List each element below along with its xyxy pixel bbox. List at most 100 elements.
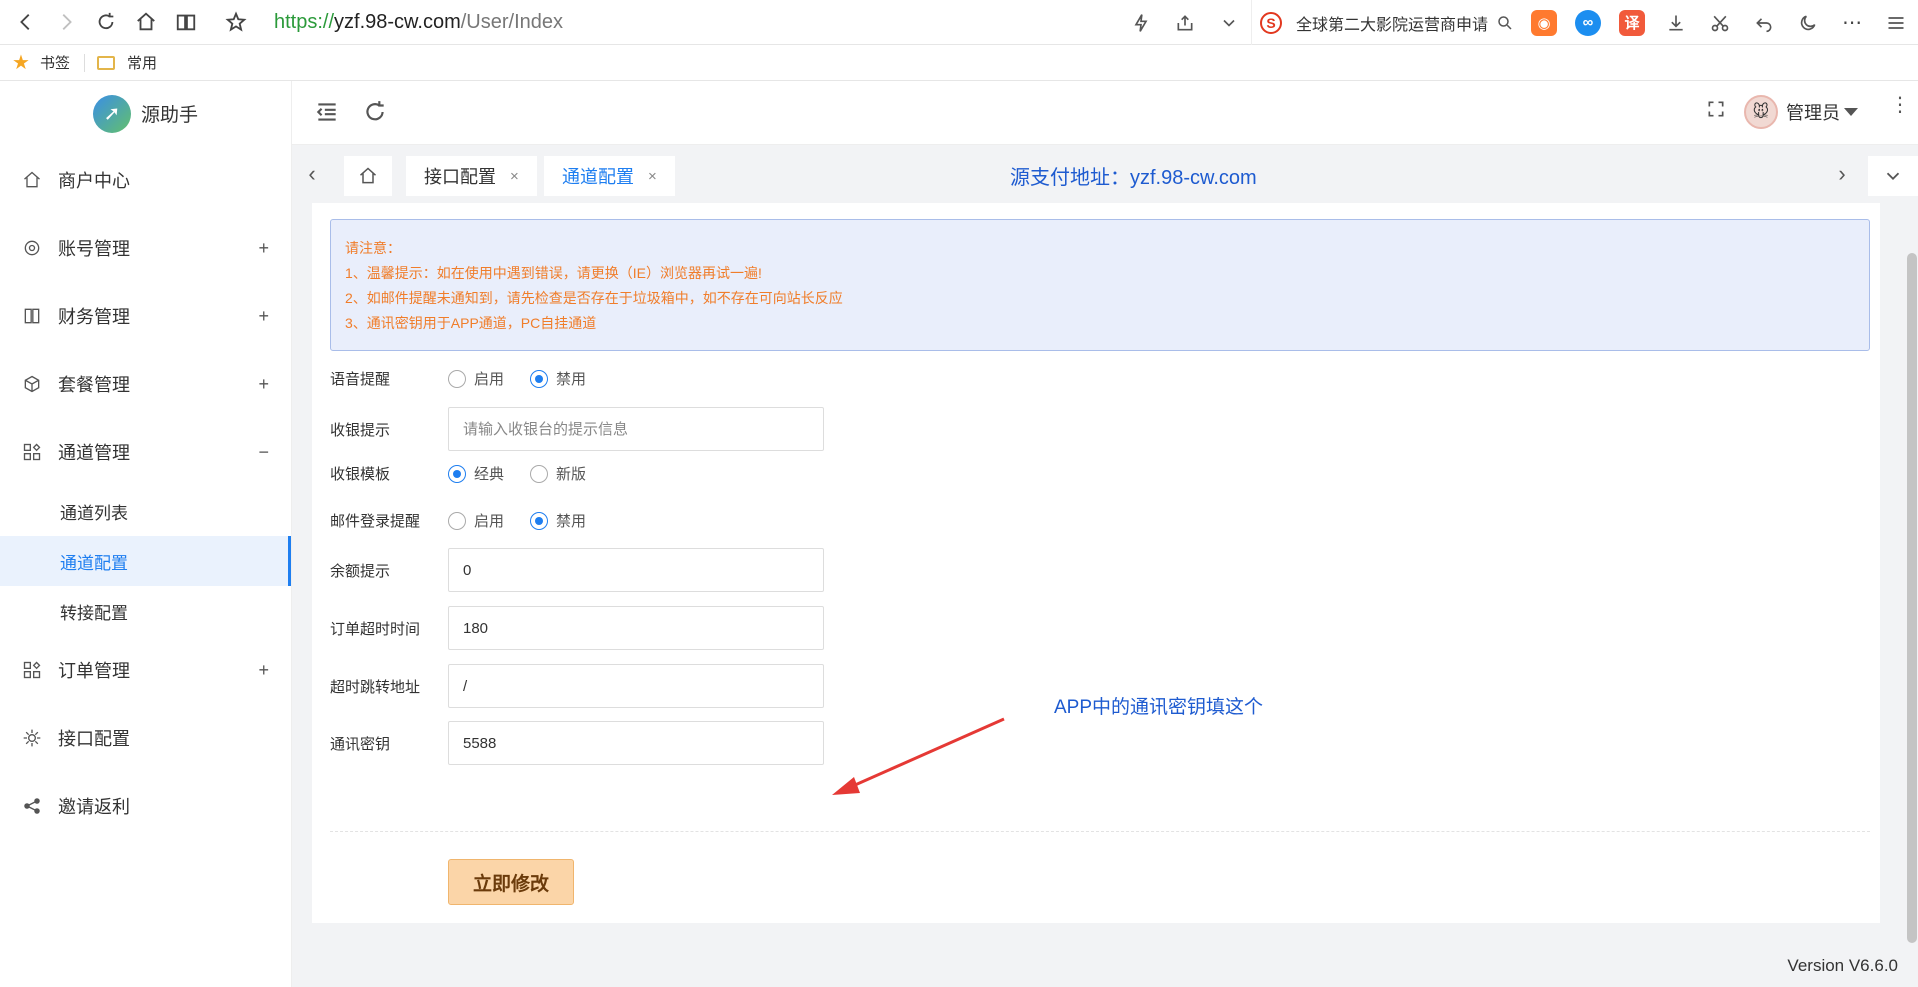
chevron-down-icon xyxy=(1223,19,1235,27)
notice-line: 2、如邮件提醒未通知到，请先检查是否存在于垃圾箱中，如不存在可向站长反应 xyxy=(345,290,843,306)
undo-button[interactable] xyxy=(1742,0,1786,45)
notice-line: 1、温馨提示：如在使用中遇到错误，请更换（IE）浏览器再试一遍! xyxy=(345,265,762,281)
tab-channel-config[interactable]: 通道配置 × xyxy=(544,156,675,196)
cashier-tip-row: 收银提示 xyxy=(330,407,824,451)
night-mode-button[interactable] xyxy=(1786,0,1830,45)
more-vertical-button[interactable]: ⋮ xyxy=(1890,95,1910,115)
annotation-text: APP中的通讯密钥填这个 xyxy=(1054,697,1264,718)
tabs-scroll-left[interactable]: ‹ xyxy=(292,145,332,203)
home-icon xyxy=(137,12,155,31)
timeout-redirect-label: 超时跳转地址 xyxy=(330,678,421,696)
home-icon xyxy=(22,170,42,190)
sidebar-item-channel[interactable]: 通道管理 − xyxy=(0,418,291,486)
sidebar-subitem-channel-list[interactable]: 通道列表 xyxy=(0,486,291,536)
address-bar[interactable]: https://yzf.98-cw.com/User/Index xyxy=(274,11,1074,34)
voice-alert-row: 语音提醒 启用 禁用 xyxy=(330,368,612,389)
mail-login-alert-row: 邮件登录提醒 启用 禁用 xyxy=(330,510,612,531)
indent-icon xyxy=(316,103,336,121)
sidebar-item-package[interactable]: 套餐管理 + xyxy=(0,350,291,418)
mail-alert-disable-radio[interactable]: 禁用 xyxy=(530,510,586,531)
template-classic-radio[interactable]: 经典 xyxy=(448,463,504,484)
translate-button[interactable]: 译 xyxy=(1610,0,1654,45)
sidebar-subitem-channel-config[interactable]: 通道配置 xyxy=(0,536,291,586)
reader-button[interactable] xyxy=(166,0,206,45)
download-button[interactable] xyxy=(1654,0,1698,45)
sidebar-item-orders[interactable]: 订单管理 + xyxy=(0,636,291,704)
sidebar-subitem-transfer-config[interactable]: 转接配置 xyxy=(0,586,291,636)
refresh-icon xyxy=(366,101,384,121)
form-divider xyxy=(330,831,1870,832)
search-icon[interactable] xyxy=(1496,14,1514,32)
sidebar-item-merchant-center[interactable]: 商户中心 xyxy=(0,146,291,214)
grid-icon xyxy=(22,442,42,462)
close-icon[interactable]: × xyxy=(510,168,519,185)
scrollbar[interactable] xyxy=(1906,203,1918,987)
bookmark-item-bookmarks[interactable]: ★ 书签 xyxy=(12,50,70,75)
cashier-tip-input[interactable] xyxy=(448,407,824,451)
bookmark-label: 常用 xyxy=(126,55,157,72)
template-new-radio[interactable]: 新版 xyxy=(530,463,586,484)
sidebar-item-account[interactable]: 账号管理 + xyxy=(0,214,291,282)
reload-button[interactable] xyxy=(86,0,126,45)
expand-icon: + xyxy=(258,305,269,326)
share-page-button[interactable] xyxy=(1163,0,1207,45)
fullscreen-button[interactable] xyxy=(1706,99,1734,127)
sidebar-item-label: 商户中心 xyxy=(58,171,130,191)
sogou-icon: S xyxy=(1259,11,1282,34)
download-icon xyxy=(1669,15,1683,30)
bookmark-item-common[interactable]: 常用 xyxy=(96,52,157,73)
book-icon xyxy=(176,14,196,31)
undo-icon xyxy=(1756,17,1772,32)
voice-alert-disable-radio[interactable]: 禁用 xyxy=(530,368,586,389)
submit-button[interactable]: 立即修改 xyxy=(448,859,574,905)
sidebar-toggle-button[interactable] xyxy=(314,99,342,127)
logo[interactable]: ➚ 源助手 xyxy=(0,81,291,146)
refresh-button[interactable] xyxy=(362,99,390,127)
user-menu[interactable]: 🐭 管理员 xyxy=(1744,95,1858,129)
comm-key-input[interactable] xyxy=(448,721,824,765)
screenshot-button[interactable] xyxy=(1698,0,1742,45)
game-button[interactable]: ◉ xyxy=(1522,0,1566,45)
voice-alert-enable-radio[interactable]: 启用 xyxy=(448,368,504,389)
infinity-button[interactable]: ∞ xyxy=(1566,0,1610,45)
url-dropdown-button[interactable] xyxy=(1207,0,1251,45)
top-header: 🐭 管理员 ⋮ xyxy=(292,81,1918,145)
cog-icon xyxy=(22,728,42,748)
menu-button[interactable] xyxy=(1874,0,1918,45)
order-timeout-row: 订单超时时间 xyxy=(330,606,824,650)
book-icon xyxy=(22,306,42,326)
folder-icon xyxy=(96,55,115,70)
tabs-scroll-right[interactable]: › xyxy=(1822,145,1862,203)
favorite-button[interactable] xyxy=(216,0,256,45)
close-icon[interactable]: × xyxy=(648,168,657,185)
balance-tip-label: 余额提示 xyxy=(330,562,391,580)
comm-key-label: 通讯密钥 xyxy=(330,735,391,753)
search-box[interactable]: S 全球第二大影院运营商申请 xyxy=(1250,0,1522,45)
order-timeout-input[interactable] xyxy=(448,606,824,650)
config-card: 请注意： 1、温馨提示：如在使用中遇到错误，请更换（IE）浏览器再试一遍! 2、… xyxy=(312,203,1880,923)
mail-alert-enable-radio[interactable]: 启用 xyxy=(448,510,504,531)
lightning-button[interactable] xyxy=(1119,0,1163,45)
tab-home[interactable] xyxy=(344,156,392,196)
scrollbar-thumb[interactable] xyxy=(1907,253,1917,943)
pay-address: 源支付地址：yzf.98-cw.com xyxy=(1010,167,1257,189)
tab-api-config[interactable]: 接口配置 × xyxy=(406,156,537,196)
moon-icon xyxy=(1800,15,1816,30)
back-button[interactable] xyxy=(6,0,46,45)
star-icon: ★ xyxy=(12,52,30,74)
timeout-redirect-input[interactable] xyxy=(448,664,824,708)
star-outline-icon xyxy=(225,11,247,32)
rocket-logo-icon: ➚ xyxy=(92,94,131,133)
sidebar-item-invite[interactable]: 邀请返利 xyxy=(0,772,291,840)
timeout-redirect-row: 超时跳转地址 xyxy=(330,664,824,708)
tabs-dropdown-button[interactable] xyxy=(1868,156,1918,196)
home-button[interactable] xyxy=(126,0,166,45)
chevron-down-icon xyxy=(1886,172,1900,181)
balance-tip-input[interactable] xyxy=(448,548,824,592)
sidebar-item-finance[interactable]: 财务管理 + xyxy=(0,282,291,350)
sidebar-item-api-config[interactable]: 接口配置 xyxy=(0,704,291,772)
more-button[interactable]: ⋯ xyxy=(1830,0,1874,45)
main-content: 请注意： 1、温馨提示：如在使用中遇到错误，请更换（IE）浏览器再试一遍! 2、… xyxy=(292,203,1918,987)
share-icon xyxy=(1177,14,1193,30)
forward-button[interactable] xyxy=(46,0,86,45)
